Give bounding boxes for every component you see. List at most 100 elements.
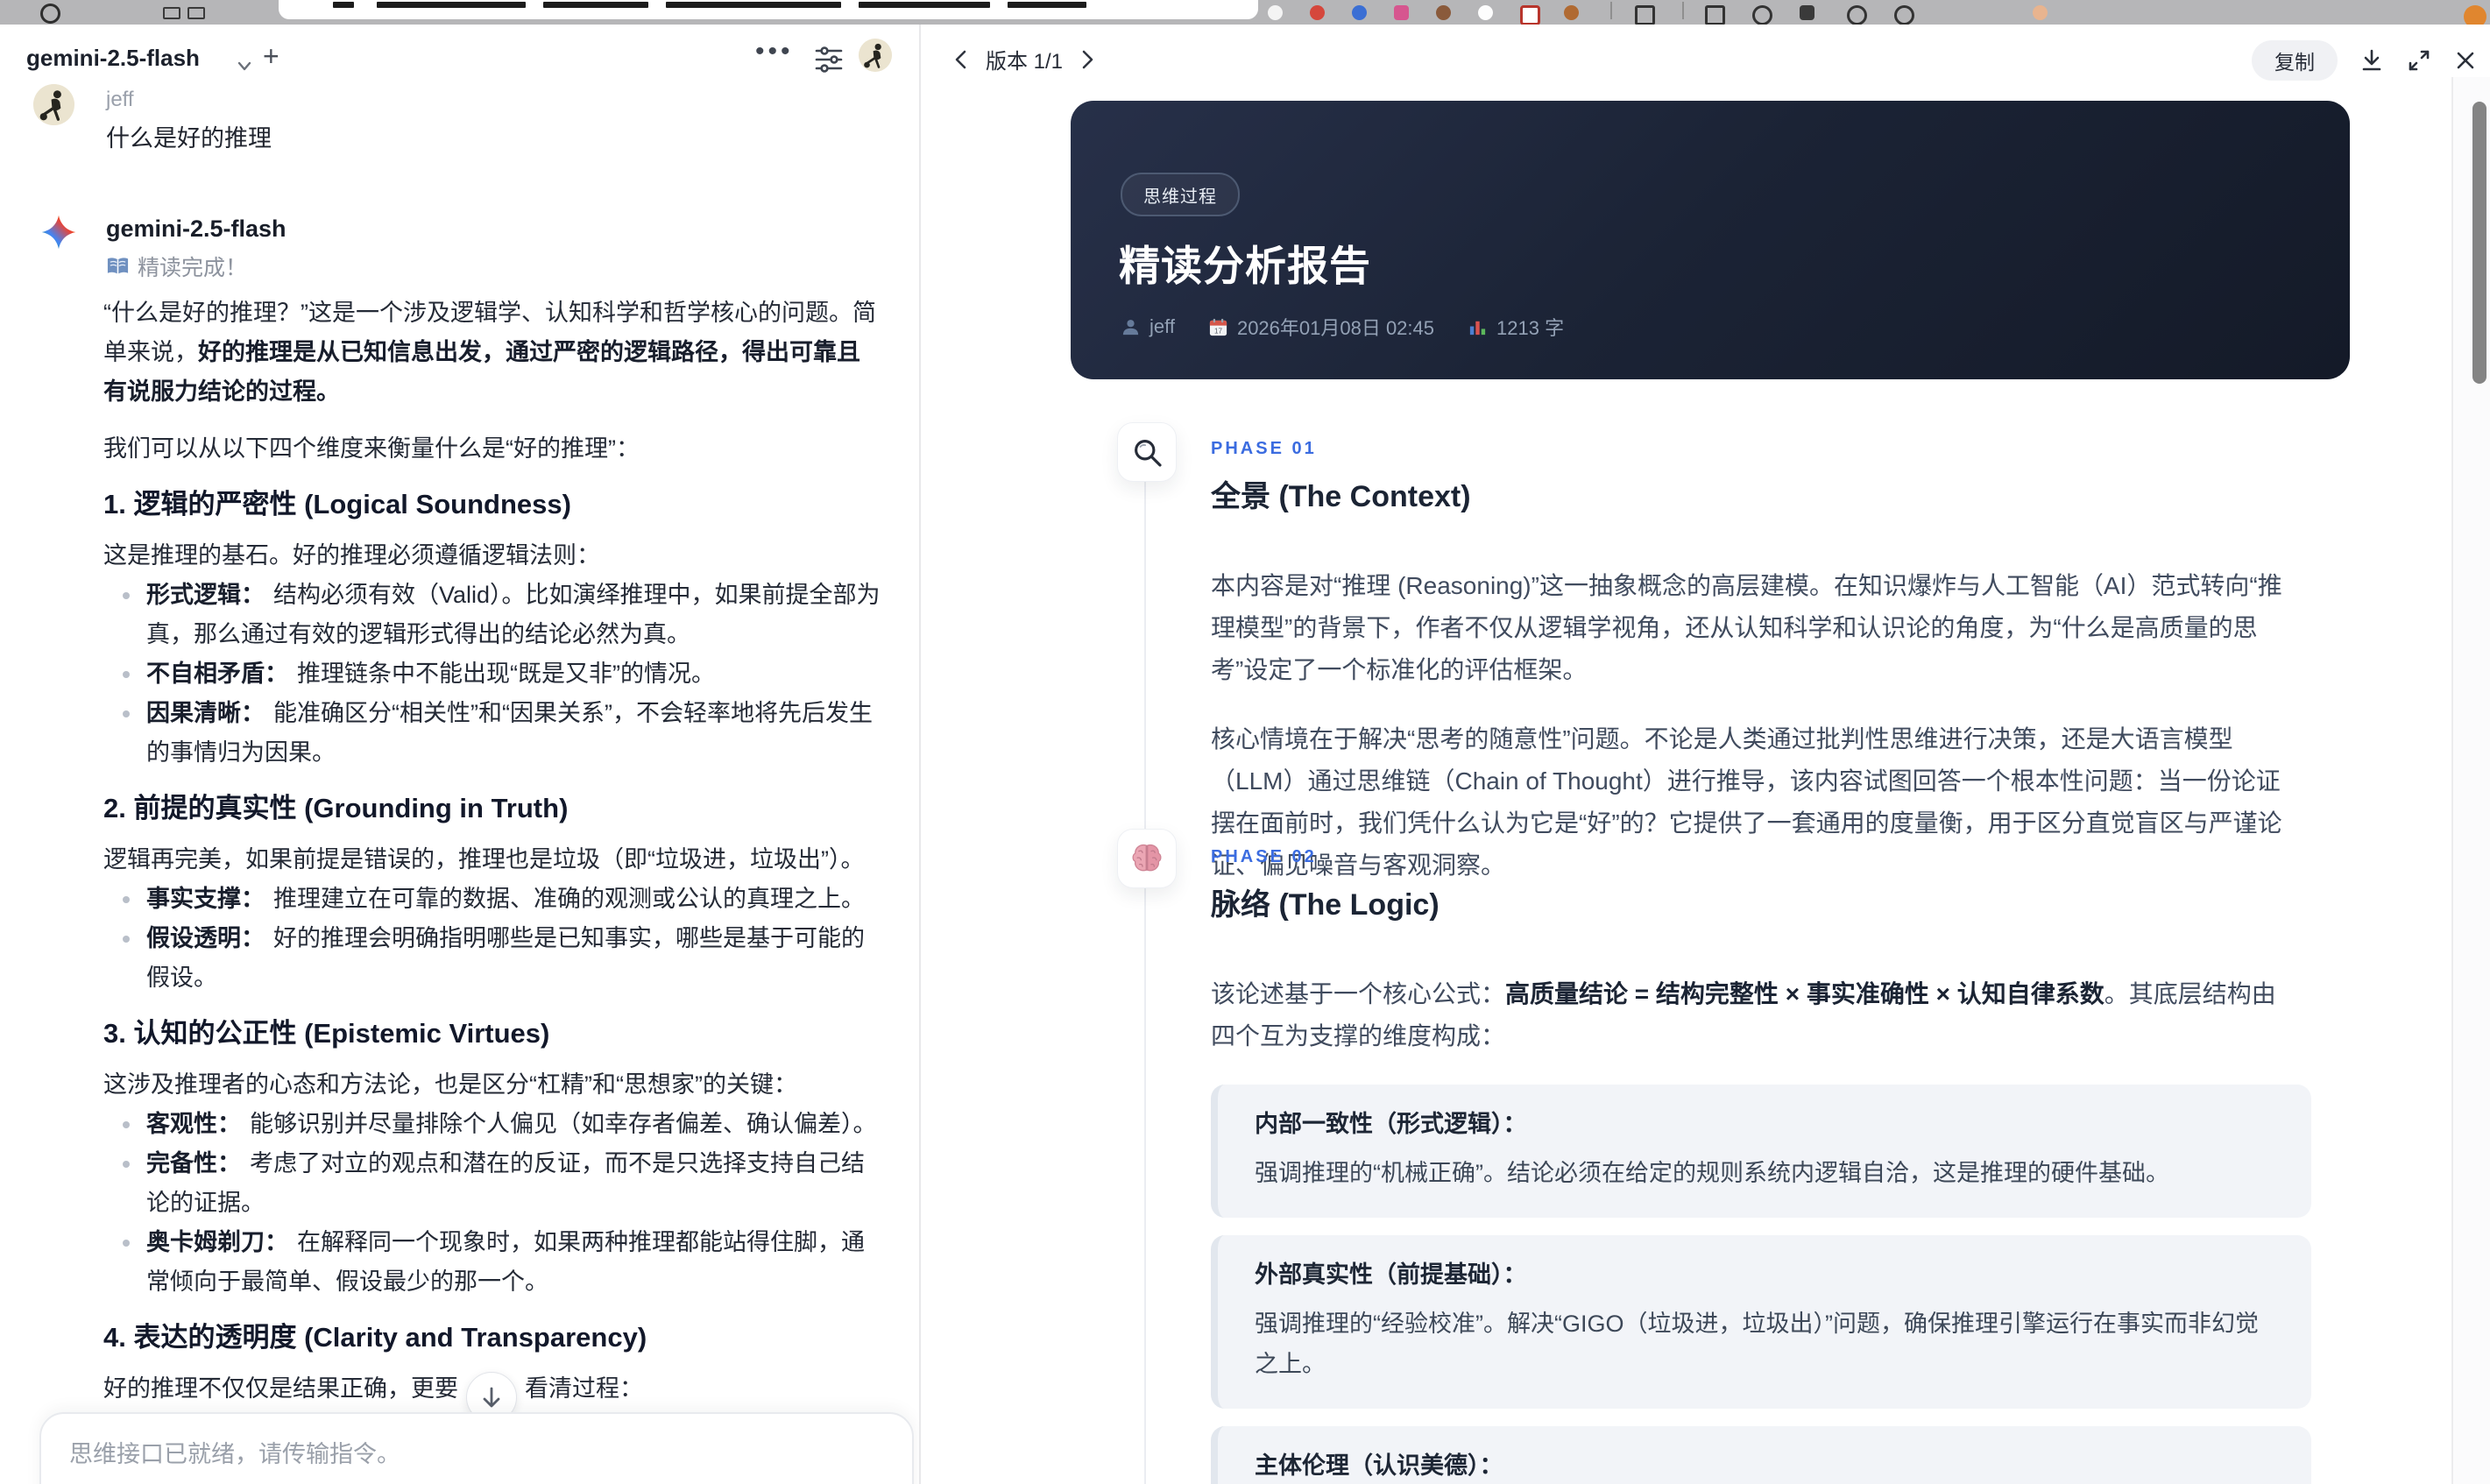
assistant-name: gemini-2.5-flash	[106, 216, 286, 242]
artifact-panel: 版本 1/1 复制 思维过程 精读分析报告 jeff 17 2026年01月08…	[921, 25, 2490, 1484]
version-navigator: 版本 1/1	[951, 44, 1098, 74]
list-item: 客观性： 能够识别并尽量排除个人偏见（如幸存者偏差、确认偏差）。	[123, 1105, 883, 1144]
tool-icon[interactable]	[1847, 5, 1867, 25]
more-options-icon[interactable]: •••	[755, 37, 794, 67]
copy-button[interactable]: 复制	[2252, 40, 2338, 81]
author-meta: jeff	[1121, 315, 1175, 338]
phase-paragraph: 本内容是对“推理 (Reasoning)”这一抽象概念的高层建模。在知识爆炸与人…	[1211, 572, 2282, 683]
card-title: 外部真实性（前提基础）：	[1255, 1261, 1527, 1288]
person-icon	[1121, 317, 1141, 337]
assistant-status: 精读完成！	[106, 251, 247, 282]
app-window: gemini-2.5-flash + ••• jeff 什么是好的推理 gemi…	[0, 25, 2490, 1484]
section-lead: 这是推理的基石。好的推理必须遵循逻辑法则：	[103, 542, 600, 569]
extension-icon[interactable]	[1352, 5, 1367, 20]
extension-icon[interactable]	[2464, 5, 2486, 25]
gemini-star-icon	[40, 214, 77, 251]
extension-icon[interactable]	[1394, 5, 1409, 20]
extension-icon[interactable]	[1478, 5, 1493, 20]
section-lead: 逻辑再完美，如果前提是错误的，推理也是垃圾（即“垃圾进，垃圾出”）。	[103, 846, 865, 873]
url-fragment	[666, 2, 841, 8]
profile-avatar[interactable]	[2033, 5, 2048, 20]
list-item: 奥卡姆剃刀： 在解释同一个现象时，如果两种推理都能站得住脚，通常倾向于最简单、假设…	[123, 1223, 883, 1302]
extension-icon[interactable]	[1436, 5, 1451, 20]
scrollbar-thumb[interactable]	[2472, 102, 2486, 384]
phase-2-section: PHASE 02 脉络 (The Logic) 该论述基于一个核心公式：高质量结…	[1211, 836, 2332, 1484]
logic-card: 主体伦理（认识美德）： 转向推理者的心理特征。引入奥卡姆剃刀和反向论证，旨在克服…	[1211, 1426, 2311, 1484]
calendar-icon: 17	[1208, 317, 1228, 337]
user-name: jeff	[106, 88, 134, 111]
wordcount-meta: 1213 字	[1468, 313, 1564, 341]
section-heading: 2. 前提的真实性 (Grounding in Truth)	[103, 793, 569, 823]
extension-icon[interactable]	[1310, 5, 1325, 20]
magnifier-icon	[1117, 422, 1177, 482]
section-heading: 4. 表达的透明度 (Clarity and Transparency)	[103, 1322, 647, 1353]
section-heading: 3. 认知的公正性 (Epistemic Virtues)	[103, 1018, 550, 1049]
paragraph: “什么是好的推理？”这是一个涉及逻辑学、认知科学和哲学核心的问题。简单来说，好的…	[103, 300, 876, 405]
list-item: 完备性： 考虑了对立的观点和潜在的反证，而不是只选择支持自己结论的证据。	[123, 1144, 883, 1223]
section-heading: 1. 逻辑的严密性 (Logical Soundness)	[103, 489, 571, 519]
bullet-list: 事实支撑： 推理建立在可靠的数据、准确的观测或公认的真理之上。 假设透明： 好的推理…	[103, 880, 883, 998]
chat-input[interactable]	[67, 1433, 859, 1480]
extension-icon[interactable]	[1268, 5, 1283, 20]
bullet-list: 客观性： 能够识别并尽量排除个人偏见（如幸存者偏差、确认偏差）。 完备性： 考虑了对…	[103, 1105, 883, 1302]
report-meta: jeff 17 2026年01月08日 02:45 1213 字	[1121, 313, 1564, 341]
thinking-process-badge: 思维过程	[1121, 173, 1240, 216]
card-body: 强调推理的“经验校准”。解决“GIGO（垃圾进，垃圾出）”问题，确保推理引擎运行…	[1255, 1311, 2259, 1377]
browser-toolbar	[0, 0, 2490, 25]
close-icon[interactable]	[2453, 48, 2478, 73]
new-chat-button[interactable]: +	[263, 40, 279, 73]
phase-label: PHASE 02	[1211, 847, 1317, 866]
date-meta: 17 2026年01月08日 02:45	[1208, 313, 1434, 341]
phase-paragraph: 该论述基于一个核心公式：高质量结论 = 结构完整性 × 事实准确性 × 认知自律…	[1211, 980, 2276, 1049]
assistant-message-body: “什么是好的推理？”这是一个涉及逻辑学、认知科学和哲学核心的问题。简单来说，好的…	[103, 293, 883, 1484]
bullet-list: 形式逻辑： 结构必须有效（Valid）。比如演绎推理中，如果前提全部为真，那么通过…	[103, 576, 883, 773]
toolbar-separator	[1610, 2, 1612, 19]
phase-title: 脉络 (The Logic)	[1211, 888, 1440, 922]
extension-icon[interactable]	[1520, 5, 1540, 25]
next-version-icon[interactable]	[1077, 47, 1098, 72]
user-avatar[interactable]	[859, 39, 892, 72]
chat-header: gemini-2.5-flash + •••	[0, 37, 919, 82]
download-icon[interactable]	[2359, 47, 2385, 74]
list-item: 因果清晰： 能准确区分“相关性”和“因果关系”，不会轻率地将先后发生的事情归为因果…	[123, 694, 883, 773]
report-title: 精读分析报告	[1119, 243, 1371, 289]
artifact-toolbar: 版本 1/1 复制	[921, 37, 2490, 84]
prev-version-icon[interactable]	[951, 47, 972, 72]
url-fragment	[333, 2, 354, 8]
model-selector[interactable]: gemini-2.5-flash	[26, 45, 200, 72]
report-hero-card: 思维过程 精读分析报告 jeff 17 2026年01月08日 02:45 12…	[1071, 101, 2350, 379]
brain-icon	[1117, 829, 1177, 888]
phase-timeline	[1144, 480, 1146, 1484]
tab-groups-icon[interactable]	[163, 7, 180, 19]
reload-icon[interactable]	[40, 4, 60, 24]
phase-title: 全景 (The Context)	[1211, 480, 1471, 513]
tool-icon[interactable]	[1705, 5, 1725, 25]
list-item: 形式逻辑： 结构必须有效（Valid）。比如演绎推理中，如果前提全部为真，那么通过…	[123, 576, 883, 654]
user-message: 什么是好的推理	[106, 125, 272, 152]
svg-text:17: 17	[1214, 327, 1223, 335]
tool-icon[interactable]	[1894, 5, 1914, 25]
list-item: 事实支撑： 推理建立在可靠的数据、准确的观测或公认的真理之上。	[123, 880, 883, 919]
url-fragment	[377, 2, 526, 8]
phase-label: PHASE 01	[1211, 439, 1317, 458]
book-icon	[106, 256, 130, 277]
card-body: 强调推理的“机械正确”。结论必须在给定的规则系统内逻辑自洽，这是推理的硬件基础。	[1255, 1160, 2169, 1186]
logic-card: 内部一致性（形式逻辑）： 强调推理的“机械正确”。结论必须在给定的规则系统内逻辑…	[1211, 1085, 2311, 1218]
tab-groups-icon[interactable]	[187, 7, 205, 19]
chevron-down-icon[interactable]	[233, 54, 256, 77]
toolbar-separator	[1682, 2, 1684, 19]
user-avatar	[33, 84, 74, 125]
section-lead: 这涉及推理者的心态和方法论，也是区分“杠精”和“思想家”的关键：	[103, 1071, 797, 1098]
list-item: 假设透明： 好的推理会明确指明哪些是已知事实，哪些是基于可能的假设。	[123, 919, 883, 998]
tool-icon[interactable]	[1635, 5, 1655, 25]
tool-icon[interactable]	[1800, 5, 1814, 20]
logic-card: 外部真实性（前提基础）： 强调推理的“经验校准”。解决“GIGO（垃圾进，垃圾出…	[1211, 1235, 2311, 1409]
artifact-actions: 复制	[2252, 40, 2478, 81]
url-fragment	[1008, 2, 1086, 8]
extension-icon[interactable]	[1564, 5, 1579, 20]
card-title: 内部一致性（形式逻辑）：	[1255, 1111, 1527, 1137]
scrollbar-track[interactable]	[2451, 77, 2490, 1484]
tune-settings-icon[interactable]	[813, 44, 845, 75]
fullscreen-icon[interactable]	[2406, 47, 2432, 74]
tool-icon[interactable]	[1752, 5, 1772, 25]
